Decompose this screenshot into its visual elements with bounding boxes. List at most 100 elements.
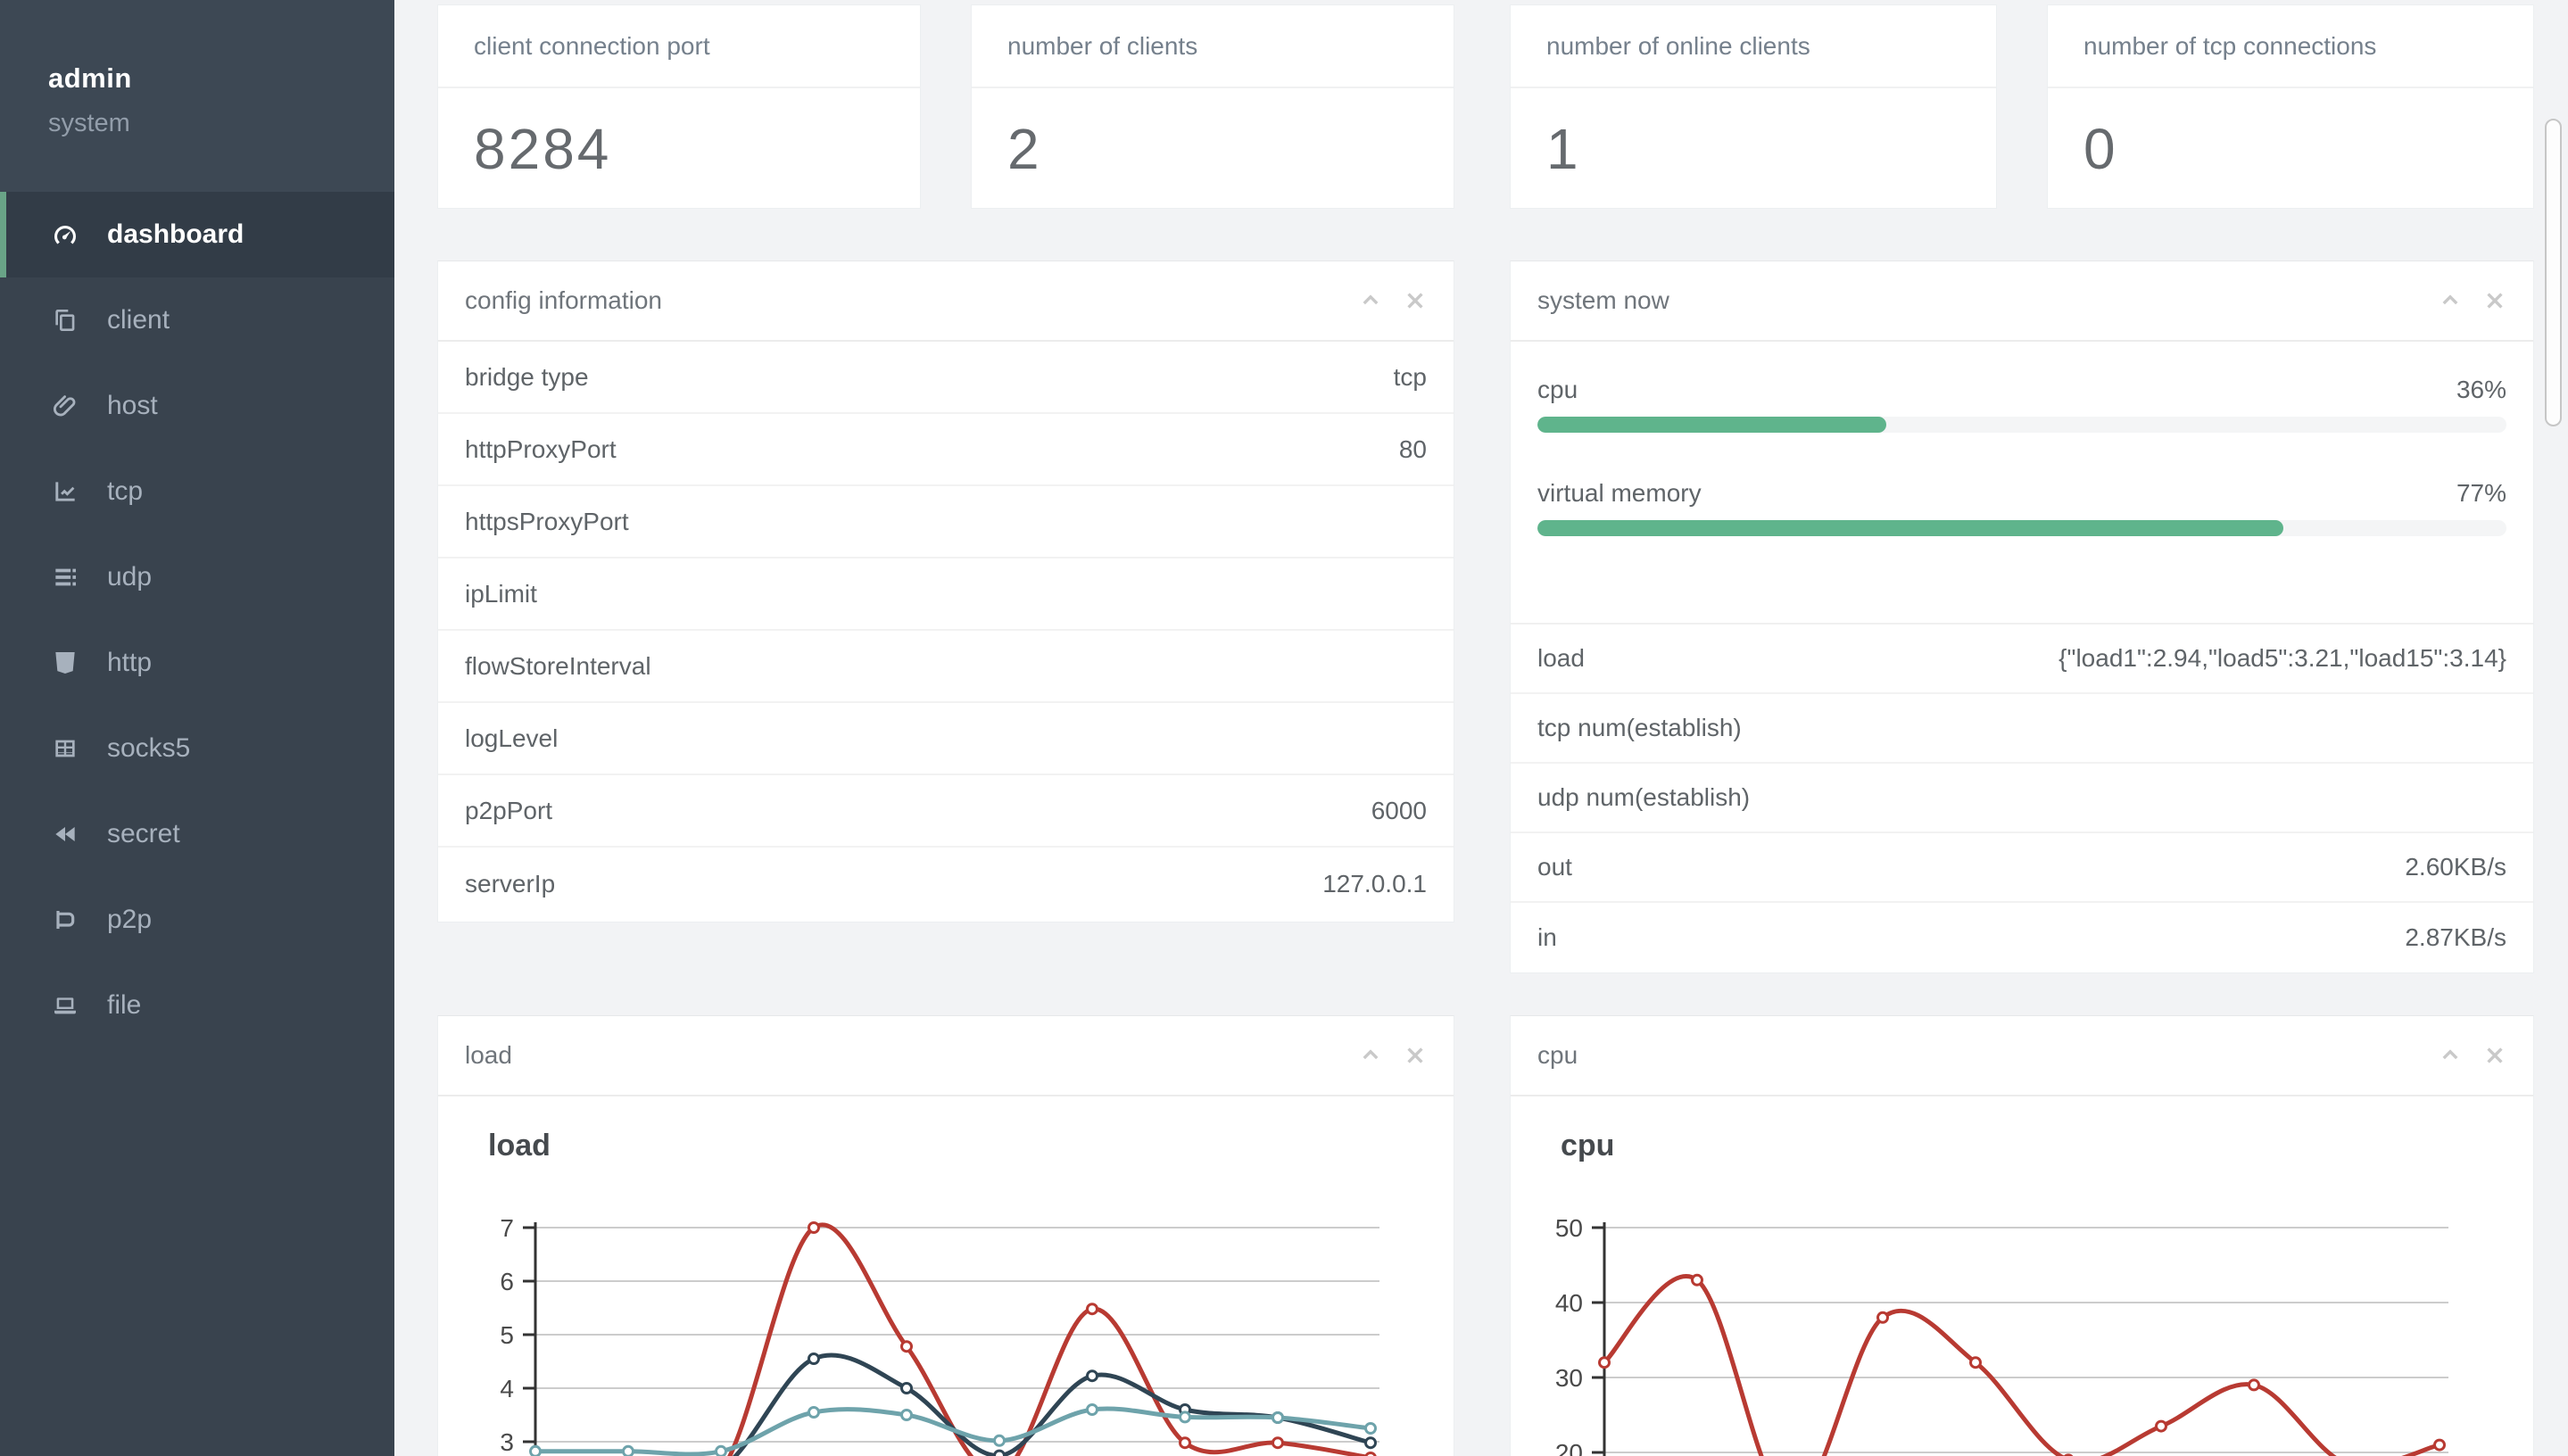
stat-card-number-of-clients: number of clients 2 bbox=[971, 4, 1454, 209]
series-load15-marker bbox=[1364, 1422, 1377, 1435]
sidebar-item-file[interactable]: file bbox=[0, 963, 394, 1048]
row-label: serverIp bbox=[465, 869, 556, 898]
scrollbar-thumb[interactable] bbox=[2545, 119, 2562, 426]
sidebar-item-label: socks5 bbox=[107, 733, 191, 763]
series-cpu-marker bbox=[1876, 1311, 1889, 1324]
sidebar-item-secret[interactable]: secret bbox=[0, 791, 394, 877]
series-cpu-marker bbox=[1691, 1273, 1703, 1286]
series-load5-marker bbox=[808, 1353, 820, 1365]
y-axis-tick-label: 3 bbox=[500, 1428, 514, 1456]
load-chart: 7 6 5 4 3 bbox=[500, 1214, 1379, 1456]
config-information-panel: config information bridge type tcp httpPro… bbox=[437, 261, 1454, 922]
table-icon bbox=[50, 733, 80, 764]
series-load15-marker bbox=[808, 1406, 820, 1419]
table-row: ipLimit bbox=[438, 558, 1454, 631]
table-row: serverIp 127.0.0.1 bbox=[438, 848, 1454, 920]
stat-card-title: number of clients bbox=[972, 5, 1454, 88]
close-icon[interactable] bbox=[2483, 289, 2506, 312]
collapse-icon[interactable] bbox=[1359, 289, 1382, 312]
gauge-cpu: cpu 36% bbox=[1537, 376, 2506, 433]
series-load5-marker bbox=[1364, 1436, 1377, 1450]
progress-fill bbox=[1537, 520, 2284, 536]
server-icon bbox=[50, 562, 80, 592]
stat-card-title: client connection port bbox=[438, 5, 920, 88]
table-row: in 2.87KB/s bbox=[1511, 903, 2533, 972]
y-axis-tick-label: 20 bbox=[1555, 1439, 1583, 1456]
row-label: bridge type bbox=[465, 362, 589, 391]
y-axis-tick-label: 6 bbox=[500, 1268, 514, 1295]
series-load1-marker bbox=[900, 1340, 913, 1353]
stat-card-title: number of tcp connections bbox=[2048, 5, 2533, 88]
gauge-value: 36% bbox=[2456, 376, 2506, 403]
gauge-icon bbox=[50, 219, 80, 250]
table-row: tcp num(establish) bbox=[1511, 694, 2533, 764]
collapse-icon[interactable] bbox=[2439, 289, 2462, 312]
table-row: p2pPort 6000 bbox=[438, 775, 1454, 848]
table-row: httpProxyPort 80 bbox=[438, 414, 1454, 486]
close-icon[interactable] bbox=[1404, 289, 1427, 312]
series-load1-marker bbox=[1179, 1436, 1191, 1450]
y-axis-tick-label: 40 bbox=[1555, 1289, 1583, 1317]
progress-fill bbox=[1537, 417, 1886, 433]
y-axis-tick-label: 50 bbox=[1555, 1214, 1583, 1242]
stat-card-number-of-online-clients: number of online clients 1 bbox=[1510, 4, 1997, 209]
y-axis-tick-label: 4 bbox=[500, 1375, 514, 1402]
system-panel-title: system now bbox=[1537, 286, 1669, 314]
row-label: in bbox=[1537, 923, 1557, 951]
row-label: flowStoreInterval bbox=[465, 651, 651, 680]
stat-card-title: number of online clients bbox=[1511, 5, 1996, 88]
sidebar-item-tcp[interactable]: tcp bbox=[0, 449, 394, 534]
sidebar-item-udp[interactable]: udp bbox=[0, 534, 394, 620]
config-rows: bridge type tcp httpProxyPort 80 httpsProxyP… bbox=[438, 342, 1454, 920]
series-load15-marker bbox=[622, 1444, 634, 1456]
row-label: load bbox=[1537, 644, 1585, 672]
series-load15-marker bbox=[900, 1409, 913, 1421]
progress-track bbox=[1537, 520, 2506, 536]
user-role: system bbox=[48, 109, 130, 137]
gauge-value: 77% bbox=[2456, 479, 2506, 507]
series-load5-marker bbox=[1086, 1369, 1098, 1383]
panel-tools bbox=[1359, 289, 1427, 312]
series-load15-marker bbox=[1272, 1411, 1284, 1424]
series-load1-marker bbox=[1086, 1303, 1098, 1316]
series-cpu-marker bbox=[2433, 1438, 2446, 1452]
row-label: udp num(establish) bbox=[1537, 783, 1751, 811]
sidebar-item-p2p[interactable]: p2p bbox=[0, 877, 394, 963]
series-load15-marker bbox=[715, 1444, 727, 1456]
series-load15-marker bbox=[1179, 1410, 1191, 1424]
table-row: bridge type tcp bbox=[438, 342, 1454, 414]
series-load15-marker bbox=[1086, 1403, 1098, 1416]
series-cpu-marker bbox=[2248, 1378, 2260, 1392]
sidebar: admin system dashboard client host tcp udp ht… bbox=[0, 0, 394, 1456]
row-value: 127.0.0.1 bbox=[1322, 869, 1427, 898]
backward-icon bbox=[50, 819, 80, 849]
table-row: out 2.60KB/s bbox=[1511, 833, 2533, 903]
series-load15-marker bbox=[529, 1444, 542, 1456]
p2p-icon bbox=[50, 905, 80, 935]
stat-card-value: 2 bbox=[1007, 117, 1042, 181]
table-row: logLevel bbox=[438, 703, 1454, 775]
sidebar-item-label: host bbox=[107, 391, 158, 420]
row-label: httpsProxyPort bbox=[465, 507, 629, 535]
series-cpu-marker bbox=[1969, 1356, 1982, 1369]
laptop-icon bbox=[50, 990, 80, 1021]
sidebar-item-http[interactable]: http bbox=[0, 620, 394, 706]
load-chart-panel: load load 76543 bbox=[437, 1015, 1454, 1456]
y-axis-tick-label: 5 bbox=[500, 1321, 514, 1349]
row-value: 2.60KB/s bbox=[2405, 853, 2506, 881]
sidebar-item-host[interactable]: host bbox=[0, 363, 394, 449]
stat-card-value: 0 bbox=[2083, 117, 2118, 181]
sidebar-item-label: client bbox=[107, 305, 170, 335]
sidebar-item-label: tcp bbox=[107, 476, 144, 506]
copy-icon bbox=[50, 305, 80, 335]
sidebar-item-dashboard[interactable]: dashboard bbox=[0, 192, 394, 277]
row-label: out bbox=[1537, 853, 1572, 881]
series-load1-marker bbox=[1272, 1436, 1284, 1450]
sidebar-item-label: udp bbox=[107, 562, 153, 592]
stat-card-number-of-tcp-connections: number of tcp connections 0 bbox=[2047, 4, 2534, 209]
sidebar-item-label: p2p bbox=[107, 905, 153, 934]
sidebar-item-client[interactable]: client bbox=[0, 277, 394, 363]
row-label: p2pPort bbox=[465, 796, 553, 824]
system-rows: load {"load1":2.94,"load5":3.21,"load15":… bbox=[1511, 625, 2533, 972]
sidebar-item-socks5[interactable]: socks5 bbox=[0, 706, 394, 791]
